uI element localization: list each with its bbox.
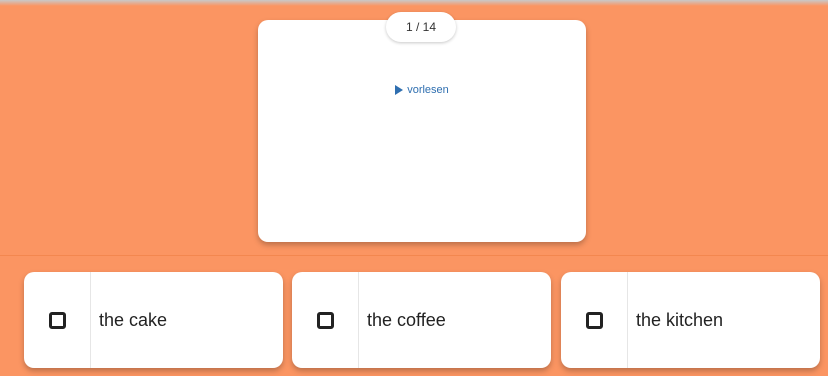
checkbox-icon[interactable] <box>316 311 334 329</box>
read-aloud-label: vorlesen <box>407 84 449 96</box>
checkbox-icon[interactable] <box>585 311 603 329</box>
answer-label: the coffee <box>367 309 446 330</box>
question-area: 1 / 14 vorlesen <box>0 0 828 256</box>
answer-options: the cake the coffee the kitchen <box>0 256 828 376</box>
play-icon <box>395 85 404 95</box>
read-aloud-button[interactable]: vorlesen <box>258 83 586 97</box>
answer-option-2[interactable]: the coffee <box>292 272 551 368</box>
checkbox-cell <box>24 272 91 368</box>
answer-option-1[interactable]: the cake <box>24 272 283 368</box>
progress-counter: 1 / 14 <box>386 12 456 42</box>
answer-option-3[interactable]: the kitchen <box>561 272 820 368</box>
answer-label: the kitchen <box>636 309 724 330</box>
answer-label: the cake <box>99 309 168 330</box>
top-shadow <box>0 0 828 6</box>
checkbox-cell <box>561 272 628 368</box>
flashcard: 1 / 14 vorlesen <box>258 12 586 242</box>
checkbox-cell <box>292 272 359 368</box>
checkbox-icon[interactable] <box>48 311 66 329</box>
